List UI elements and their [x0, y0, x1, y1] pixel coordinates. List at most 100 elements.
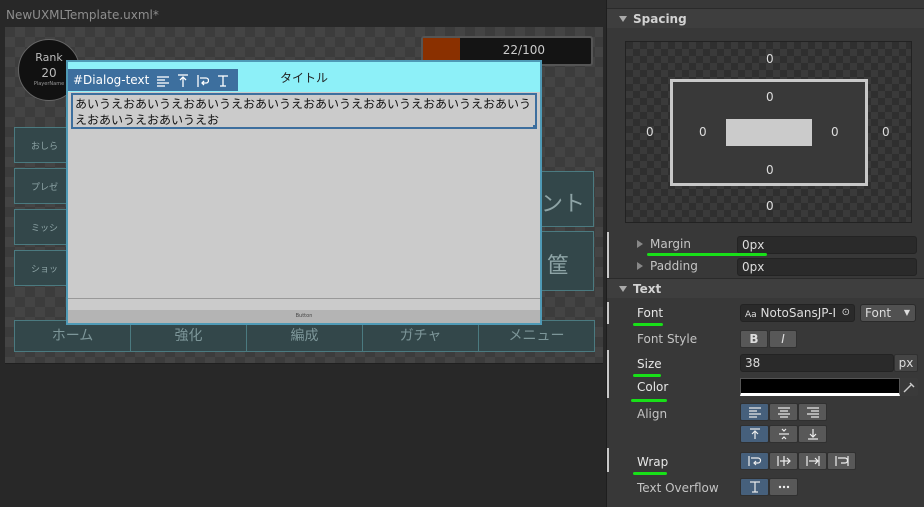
- selected-element-tag[interactable]: #Dialog-text: [68, 69, 238, 91]
- side-button-1[interactable]: おしら: [14, 127, 70, 163]
- align-bottom-button[interactable]: [798, 425, 827, 443]
- padding-label: Padding: [650, 259, 698, 273]
- align-middle-icon: [778, 428, 789, 440]
- margin-top-value[interactable]: 0: [766, 52, 774, 66]
- foldout-expanded-icon: [619, 16, 627, 22]
- progress-text: 22/100: [502, 43, 545, 57]
- align-left-icon[interactable]: [157, 73, 170, 87]
- text-overflow-icon[interactable]: [217, 73, 229, 87]
- align-top-icon[interactable]: [177, 73, 189, 87]
- side-button-2[interactable]: プレゼ: [14, 168, 70, 204]
- dialog-button[interactable]: Button: [68, 310, 540, 323]
- override-indicator: [607, 232, 609, 282]
- override-indicator: [607, 302, 609, 324]
- dialog-text-element[interactable]: あいうえおあいうえおあいうえおあいうえおあいうえおあいうえおあいうえおあいうえお…: [71, 93, 537, 129]
- wrap-label: Wrap: [637, 455, 669, 469]
- text-clip-icon: [749, 481, 760, 493]
- element-tag-label: #Dialog-text: [73, 73, 150, 87]
- color-label: Color: [637, 380, 669, 394]
- font-asset-field[interactable]: Aa NotoSansJP-I ⊙: [740, 304, 855, 322]
- annotation-underline: [647, 253, 767, 256]
- align-left-button[interactable]: [740, 403, 769, 421]
- padding-top-value[interactable]: 0: [766, 90, 774, 104]
- nav-formation[interactable]: 編成: [247, 321, 363, 351]
- size-unit-dropdown[interactable]: px: [894, 354, 918, 372]
- object-picker-icon[interactable]: ⊙: [842, 305, 850, 321]
- foldout-expanded-icon: [619, 286, 627, 292]
- color-swatch[interactable]: [740, 378, 900, 396]
- italic-button[interactable]: I: [769, 330, 797, 348]
- align-top-icon: [749, 428, 760, 439]
- document-title: NewUXMLTemplate.uxml*: [6, 8, 159, 22]
- font-label: Font: [637, 306, 664, 320]
- resize-handle[interactable]: [533, 125, 535, 127]
- inspector-panel: Spacing 0 0 0 0 0 0 0 0 Margin 0px Paddi…: [606, 0, 924, 507]
- ellipsis-icon: [778, 485, 789, 489]
- canvas-viewport[interactable]: Rank 20 PlayerName 22/100 おしら プレゼ ミッシ ショ…: [5, 27, 603, 364]
- padding-left-value[interactable]: 0: [699, 125, 707, 139]
- font-type-dropdown[interactable]: Font ▼: [860, 304, 916, 322]
- no-wrap-icon: [776, 456, 791, 466]
- annotation-underline: [631, 399, 667, 402]
- align-center-icon: [777, 407, 790, 418]
- align-right-button[interactable]: [798, 403, 827, 421]
- chevron-down-icon: ▼: [903, 308, 910, 317]
- nav-gacha[interactable]: ガチャ: [363, 321, 479, 351]
- wrap-normal-button[interactable]: [740, 452, 769, 470]
- override-indicator: [607, 448, 609, 472]
- eyedropper-icon[interactable]: [900, 378, 918, 396]
- align-top-button[interactable]: [740, 425, 769, 443]
- nav-home[interactable]: ホーム: [15, 321, 131, 351]
- margin-foldout-icon[interactable]: [637, 240, 643, 248]
- dialog-divider: [68, 298, 540, 299]
- padding-foldout-icon[interactable]: [637, 262, 643, 270]
- overflow-wrap-icon: [805, 456, 820, 466]
- margin-field[interactable]: 0px: [737, 236, 917, 254]
- annotation-underline: [633, 472, 667, 475]
- wrap-overflow-button[interactable]: [798, 452, 827, 470]
- wrap-icon[interactable]: [197, 73, 210, 87]
- margin-label: Margin: [650, 237, 691, 251]
- box-model-visualizer: 0 0 0 0 0 0 0 0: [625, 41, 912, 223]
- padding-box: 0 0 0 0: [670, 79, 868, 186]
- wrap-normal-icon: [747, 456, 761, 466]
- viewport-area: NewUXMLTemplate.uxml* Rank 20 PlayerName…: [0, 0, 606, 507]
- padding-right-value[interactable]: 0: [831, 125, 839, 139]
- annotation-underline: [633, 323, 663, 326]
- wrap-clip-button[interactable]: [827, 452, 856, 470]
- margin-bottom-value[interactable]: 0: [766, 199, 774, 213]
- right-panel-2[interactable]: 筐: [538, 231, 594, 291]
- right-panel-1[interactable]: ント: [538, 171, 594, 227]
- text-section-header[interactable]: Text: [607, 278, 924, 298]
- align-middle-button[interactable]: [769, 425, 798, 443]
- align-label: Align: [637, 407, 668, 421]
- dialog-body-text: あいうえおあいうえおあいうえおあいうえおあいうえおあいうえおあいうえおあいうえお…: [75, 97, 532, 127]
- overflow-clip-button[interactable]: [740, 478, 769, 496]
- nav-menu[interactable]: メニュー: [479, 321, 594, 351]
- text-overflow-label: Text Overflow: [637, 481, 719, 495]
- wrap-nowrap-button[interactable]: [769, 452, 798, 470]
- align-center-button[interactable]: [769, 403, 798, 421]
- clip-wrap-icon: [834, 456, 849, 466]
- size-field[interactable]: 38: [740, 354, 894, 372]
- override-indicator: [607, 350, 609, 398]
- font-asset-icon: Aa: [745, 310, 757, 320]
- align-bottom-icon: [807, 429, 818, 440]
- annotation-underline: [633, 374, 661, 377]
- spacing-section-header[interactable]: Spacing: [607, 8, 924, 28]
- dialog-window[interactable]: タイトル #Dialog-text あいうえおあいうえおあいうえおあいうえおあい: [66, 60, 542, 325]
- overflow-ellipsis-button[interactable]: [769, 478, 798, 496]
- content-box: [726, 119, 812, 146]
- margin-right-value[interactable]: 0: [882, 125, 890, 139]
- side-button-4[interactable]: ショッ: [14, 250, 70, 286]
- font-style-label: Font Style: [637, 332, 698, 346]
- size-label: Size: [637, 357, 662, 371]
- align-right-icon: [806, 407, 819, 418]
- side-button-3[interactable]: ミッシ: [14, 209, 70, 245]
- align-left-icon: [748, 407, 761, 418]
- bold-button[interactable]: B: [740, 330, 768, 348]
- nav-enhance[interactable]: 強化: [131, 321, 247, 351]
- padding-bottom-value[interactable]: 0: [766, 163, 774, 177]
- margin-left-value[interactable]: 0: [646, 125, 654, 139]
- padding-field[interactable]: 0px: [737, 258, 917, 276]
